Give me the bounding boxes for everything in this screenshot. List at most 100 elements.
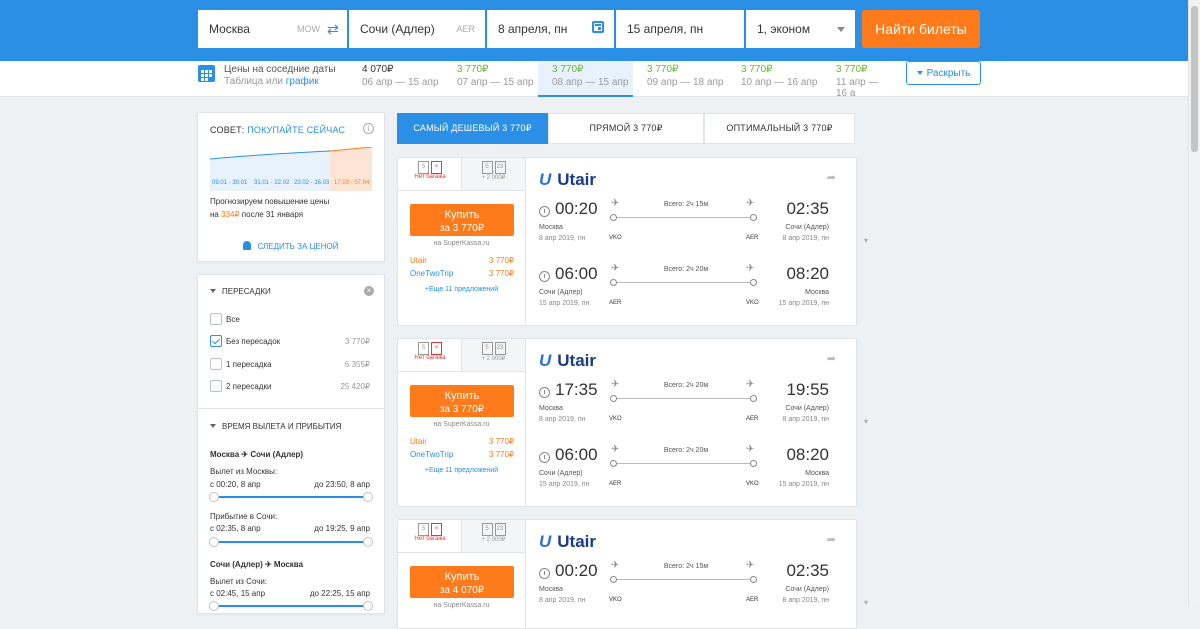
passengers-select[interactable]: 1, эконом	[746, 10, 855, 48]
no-baggage-option[interactable]: 5 × Нет багажа	[398, 158, 462, 191]
passengers-value: 1, эконом	[757, 22, 811, 36]
airline-logo: U Utair	[539, 351, 596, 371]
arrival-date: 8 апр 2019, пн	[782, 597, 829, 604]
takeoff-icon: ✈	[611, 560, 620, 571]
forecast-label: 09.01 - 30.01	[212, 180, 248, 186]
buy-button[interactable]: Купить за 3 770₽	[410, 204, 514, 236]
checkbox[interactable]	[210, 313, 222, 325]
date-there-field[interactable]: 8 апреля, пн	[487, 10, 614, 48]
takeoff-icon: ✈	[611, 198, 620, 209]
arr-slider[interactable]	[209, 537, 373, 547]
arrival-date: 15 апр 2019, пн	[778, 481, 829, 488]
arrival-time: 08:20	[786, 445, 829, 464]
checkbox[interactable]	[210, 380, 222, 392]
flight-line	[610, 395, 757, 402]
stop-price: 3 770₽	[344, 337, 370, 346]
takeoff-icon: ✈	[611, 263, 620, 274]
slider-handle[interactable]	[363, 601, 373, 611]
date-back-field[interactable]: 15 апреля, пн	[616, 10, 744, 48]
bag-extra-price: + 2 000₽	[481, 175, 506, 181]
no-bag-icon: ×	[431, 523, 442, 536]
time-title[interactable]: ВРЕМЯ ВЫЛЕТА И ПРИБЫТИЯ	[210, 422, 341, 431]
destination-field[interactable]: Сочи (Адлер) AER	[349, 10, 485, 48]
nearby-date-cell[interactable]: 3 770₽ 11 апр — 16 а	[822, 61, 892, 97]
origin-value: Москва	[209, 22, 250, 36]
slider-handle[interactable]	[209, 601, 219, 611]
slider-handle[interactable]	[209, 492, 219, 502]
dep-slider[interactable]	[209, 492, 373, 502]
tab-cheapest[interactable]: САМЫЙ ДЕШЕВЫЙ 3 770₽	[397, 113, 548, 144]
stop-filter-1[interactable]: 1 пересадка 6 355₽	[210, 358, 370, 372]
arr-range: с 02:35, 8 апр до 19:25, 9 апр	[210, 524, 370, 533]
utair-swoosh-icon: U	[539, 351, 552, 370]
dep-slider-2[interactable]	[209, 601, 373, 611]
follow-label: СЛЕДИТЬ ЗА ЦЕНОЙ	[257, 242, 339, 251]
nearby-date-cell[interactable]: 3 770₽ 10 апр — 16 апр	[727, 61, 822, 97]
baggage-option[interactable]: 5 23 + 2 000₽	[461, 520, 525, 553]
chevron-down-icon	[837, 27, 845, 32]
expand-chevron-icon[interactable]: ▾	[864, 417, 868, 426]
tab-optimal[interactable]: ОПТИМАЛЬНЫЙ 3 770₽	[704, 113, 855, 144]
scrollbar[interactable]	[1188, 0, 1200, 606]
table-label[interactable]: Таблица или	[224, 76, 283, 87]
baggage-option[interactable]: 5 23 + 2 000₽	[461, 339, 525, 372]
swap-icon[interactable]: ⇄	[327, 22, 339, 36]
expand-chevron-icon[interactable]: ▾	[864, 236, 868, 245]
share-icon[interactable]: ➦	[827, 171, 836, 184]
more-offers-link[interactable]: +Еще 11 предложений	[398, 286, 525, 293]
calendar-icon[interactable]	[592, 21, 604, 33]
clock-icon	[539, 271, 550, 282]
nearby-date-cell[interactable]: 3 770₽ 07 апр — 15 апр	[443, 61, 538, 97]
bag-icon: 5	[418, 342, 429, 355]
more-offers-link[interactable]: +Еще 11 предложений	[398, 467, 525, 474]
checkbox[interactable]	[210, 358, 222, 370]
agent-name: Utair	[410, 437, 427, 446]
clear-filter-icon[interactable]: ×	[364, 286, 374, 296]
no-baggage-option[interactable]: 5 × Нет багажа	[398, 520, 462, 553]
departure-time: 06:00	[555, 445, 598, 464]
arr-label: Прибытие в Сочи:	[210, 512, 278, 521]
departure-airport-code: AER	[609, 481, 622, 487]
arrival-date: 8 апр 2019, пн	[782, 416, 829, 423]
slider-handle[interactable]	[363, 492, 373, 502]
stop-filter-2[interactable]: 2 пересадки 25 420₽	[210, 380, 370, 394]
stop-filter-direct[interactable]: Без пересадок 3 770₽	[210, 335, 370, 349]
no-bag-label: Нет багажа	[414, 536, 446, 542]
arrival-date: 8 апр 2019, пн	[782, 235, 829, 242]
landing-icon: ✈	[746, 444, 755, 455]
nearby-date-cell[interactable]: 3 770₽ 08 апр — 15 апр	[538, 61, 633, 97]
stops-title[interactable]: ПЕРЕСАДКИ	[210, 287, 271, 296]
slider-handle[interactable]	[363, 537, 373, 547]
arrival-airport-code: AER	[746, 416, 759, 422]
expand-button[interactable]: Раскрыть	[906, 61, 981, 85]
total-duration: Всего: 2ч 20м	[663, 447, 709, 454]
info-icon[interactable]: i	[363, 123, 374, 134]
no-baggage-option[interactable]: 5 × Нет багажа	[398, 339, 462, 372]
arrival-city: Сочи (Адлер)	[785, 224, 829, 231]
arrival-city: Москва	[805, 289, 829, 296]
departure-date: 15 апр 2019, пн	[539, 300, 590, 307]
buy-button[interactable]: Купить за 4 070₽	[410, 566, 514, 598]
nearby-date-cell[interactable]: 4 070₽ 06 апр — 15 апр	[348, 61, 443, 97]
tab-direct[interactable]: ПРЯМОЙ 3 770₽	[548, 113, 704, 144]
baggage-option[interactable]: 5 23 + 2 000₽	[461, 158, 525, 191]
agent-name: OneTwoTrip	[410, 269, 454, 278]
buy-button[interactable]: Купить за 3 770₽	[410, 385, 514, 417]
flight-segment: 06:00 08:20 Сочи (Адлер) 15 апр 2019, пн Мос…	[539, 441, 839, 501]
total-duration: Всего: 2ч 20м	[663, 382, 709, 389]
utair-swoosh-icon: U	[539, 170, 552, 189]
nearby-date-cell[interactable]: 3 770₽ 09 апр — 18 апр	[633, 61, 728, 97]
stop-label: Без пересадок	[226, 337, 281, 346]
share-icon[interactable]: ➦	[827, 533, 836, 546]
find-tickets-button[interactable]: Найти билеты	[862, 10, 980, 48]
offer-panel: 5 × Нет багажа 5 23 + 2 000₽ Купить за 4 070₽ на…	[398, 520, 526, 628]
utair-swoosh-icon: U	[539, 532, 552, 551]
slider-handle[interactable]	[209, 537, 219, 547]
stop-filter-all[interactable]: Все	[210, 313, 370, 327]
follow-price-button[interactable]: СЛЕДИТЬ ЗА ЦЕНОЙ	[198, 241, 384, 251]
share-icon[interactable]: ➦	[827, 352, 836, 365]
scrollbar-thumb[interactable]	[1191, 6, 1198, 152]
checkbox[interactable]	[210, 335, 222, 347]
origin-field[interactable]: Москва MOW	[198, 10, 347, 48]
chart-link[interactable]: график	[286, 76, 319, 87]
